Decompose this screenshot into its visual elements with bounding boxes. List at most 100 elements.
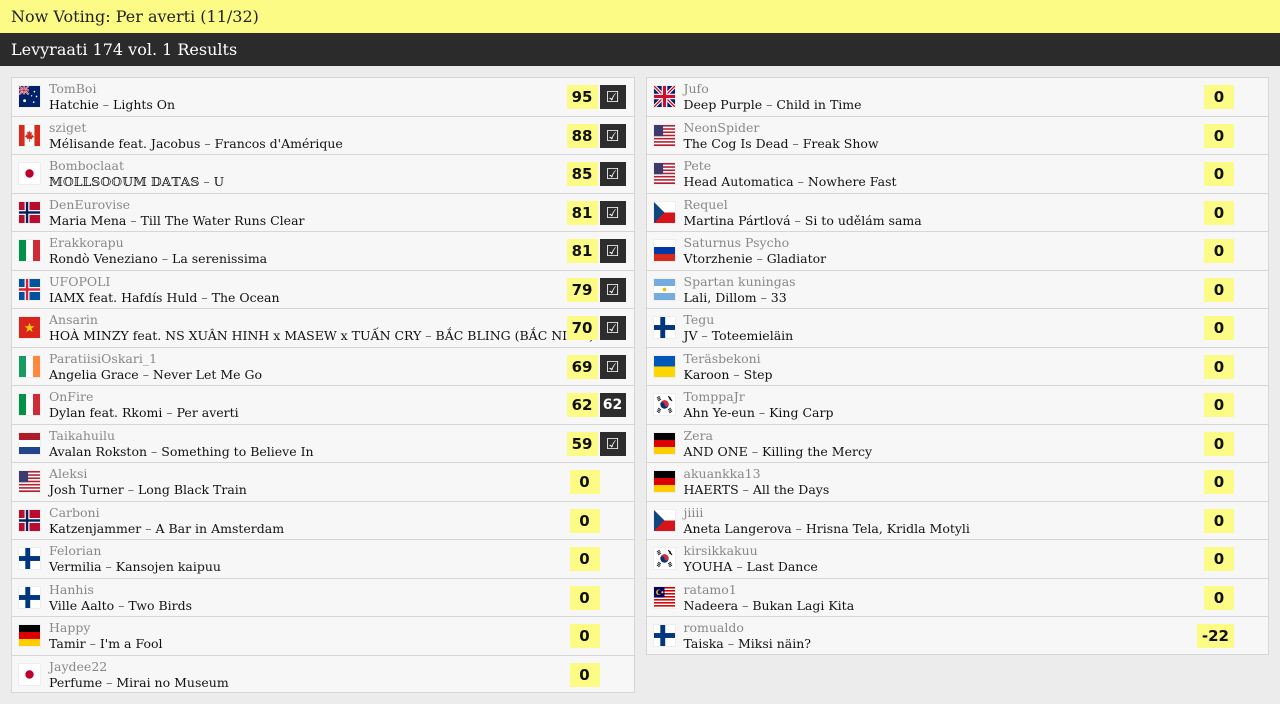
score-badge: 88 [566,123,598,148]
song-info: Head Automatica – Nowhere Fast [684,174,897,189]
voter-name: jiiii [683,504,704,520]
song-artist: Maria Mena [49,212,127,228]
song-title: Mirai no Museum [116,674,229,690]
score-badge: 0 [1204,123,1234,148]
separator: – [98,97,114,112]
voter-name: Jufo [683,81,709,96]
germany-flag-icon [652,470,676,493]
score-badge: 0 [1204,316,1234,340]
result-row: kirsikkakuu YOUHA – Last Dance 0 [645,539,1269,578]
score-badge: 0 [1204,470,1234,494]
check-icon: ☑ [599,123,626,148]
voter-name: Jaydee22 [49,658,108,674]
voter-name: Zera [683,427,714,443]
voter-name: Ansarin [49,312,98,327]
separator: – [752,251,767,266]
song-artist: Lali, Dillom [683,289,757,305]
song-title: Toteemieläin [711,328,794,343]
song-info: Avalan Rokston – Something to Believe In [49,444,314,459]
song-artist: 𝕄𝕆𝕃𝕃𝕊𝕆𝕆𝕌𝕄 𝔻𝔸𝕋𝔸𝕊 [49,174,200,189]
score-badge: 81 [566,239,598,263]
result-row: akuankka13 HAERTS – All the Days 0 [645,462,1269,501]
score-badge: 0 [1204,547,1234,571]
separator: – [147,443,162,459]
japan-flag-icon [18,662,41,686]
voter-name: TomBoi [49,81,97,96]
separator: – [729,366,744,382]
voter-name: Requel [683,196,728,212]
usa-flag-icon [652,123,676,147]
voter-name: Carboni [49,504,100,520]
song-artist: Hatchie [49,97,99,112]
results-columns: TomBoi Hatchie – Lights On 95 ☑ sziget Mélisa… [11,77,1269,693]
voter-name: TomppaJr [683,389,745,404]
separator: – [114,597,129,613]
song-info: YOUHA – Last Dance [684,559,818,574]
czech-flag-icon [652,200,676,224]
korea-flag-icon [652,393,676,416]
ireland-flag-icon [18,354,41,378]
song-artist: Deep Purple [683,97,763,112]
norway-flag-icon [18,200,41,224]
result-row: Hanhis Ville Aalto – Two Birds 0 [11,577,635,616]
separator: – [199,174,214,189]
score-badge: 70 [566,316,598,340]
song-title: Hrisna Tela, Kridla Motyli [805,520,970,536]
song-info: AND ONE – Killing the Mercy [684,444,873,459]
check-icon: ☑ [599,162,626,186]
score-badge: 0 [569,585,600,610]
check-icon: ☑ [599,354,626,379]
separator: – [421,328,436,343]
song-title: Never Let Me Go [152,366,263,382]
song-title: King Carp [769,405,834,420]
result-row: Zera AND ONE – Killing the Mercy 0 [645,423,1269,462]
results-header: Levyraati 174 vol. 1 Results [0,33,1280,66]
song-info: Katzenjammer – A Bar in Amsterdam [49,521,284,536]
song-title: 33 [770,289,787,305]
voter-name: kirsikkakuu [683,543,758,558]
argentina-flag-icon [652,277,676,301]
italy-flag-icon [18,239,41,262]
voter-name: sziget [49,119,87,135]
results-title: Levyraati 174 vol. 1 Results [11,40,238,59]
song-title: Child in Time [776,97,862,112]
song-info: IAMX feat. Hafdís Huld – The Ocean [49,290,280,305]
separator: – [793,174,808,189]
voter-name: Happy [49,620,91,635]
check-icon: ☑ [599,431,626,456]
result-row: sziget Mélisande feat. Jacobus – Francos … [11,115,635,154]
song-info: Nadeera – Bukan Lagi Kita [684,598,855,613]
result-row: NeonSpider The Cog Is Dead – Freak Show 0 [645,115,1269,154]
results-column-left: TomBoi Hatchie – Lights On 95 ☑ sziget Mélisa… [11,77,635,693]
song-info: The Cog Is Dead – Freak Show [684,136,879,151]
separator: – [756,289,771,305]
song-artist: JV [683,328,698,343]
voter-name: UFOPOLI [49,273,111,289]
song-artist: IAMX feat. Hafdís Huld [49,289,198,305]
song-artist: Aneta Langerova [683,520,792,536]
voter-name: ParatiisiOskari_1 [49,350,158,366]
song-info: Lali, Dillom – 33 [684,290,787,305]
now-voting-bar: Now Voting: Per averti (11/32) [0,0,1280,33]
result-row: Happy Tamir – I'm a Fool 0 [11,616,635,655]
song-title: Step [743,366,773,382]
song-info: HAERTS – All the Days [684,482,830,497]
separator: – [747,443,762,459]
check-icon: ☑ [599,200,626,225]
song-info: Perfume – Mirai no Museum [49,675,229,690]
song-title: Last Dance [746,559,818,574]
results-column-right: Jufo Deep Purple – Child in Time 0 NeonSpid… [645,77,1269,693]
song-title: U [213,174,225,189]
song-title: Miksi näin? [737,636,811,651]
song-info: Karoon – Step [684,367,773,382]
result-row: Carboni Katzenjammer – A Bar in Amsterdam… [11,500,635,539]
song-info: Hatchie – Lights On [49,97,175,112]
score-badge: 0 [1204,393,1234,417]
malaysia-flag-icon [652,585,676,609]
song-title: Killing the Mercy [761,443,873,459]
australia-flag-icon [18,85,41,108]
korea-flag-icon [652,547,676,570]
separator: – [162,405,177,420]
score-badge: 0 [1204,431,1234,456]
song-title: Freak Show [802,135,879,151]
